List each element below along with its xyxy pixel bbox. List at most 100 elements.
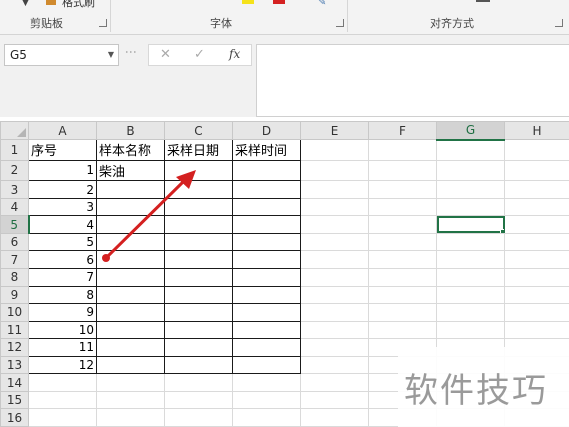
- cell[interactable]: [300, 250, 369, 270]
- cell-c4[interactable]: [164, 197, 233, 217]
- cell-d10[interactable]: [232, 303, 301, 322]
- cell[interactable]: [368, 159, 437, 182]
- cell-d11[interactable]: [232, 320, 301, 340]
- column-header-c[interactable]: C: [164, 121, 233, 140]
- cell[interactable]: [436, 320, 505, 340]
- cell-c10[interactable]: [164, 303, 233, 322]
- cell[interactable]: [368, 320, 437, 340]
- row-header[interactable]: 10: [0, 303, 29, 322]
- cell[interactable]: [300, 180, 369, 199]
- cell-d4[interactable]: [232, 197, 301, 217]
- cell-b5[interactable]: [96, 215, 165, 234]
- cell[interactable]: [232, 373, 301, 392]
- cell[interactable]: [436, 268, 505, 287]
- cell-d5[interactable]: [232, 215, 301, 234]
- cell-a12[interactable]: 11: [28, 338, 97, 357]
- cell[interactable]: [368, 232, 437, 252]
- cell-a2[interactable]: 1: [28, 159, 97, 182]
- cell-c1[interactable]: 采样日期: [164, 139, 233, 161]
- cell-d3[interactable]: [232, 180, 301, 199]
- column-header-f[interactable]: F: [368, 121, 437, 140]
- row-header[interactable]: 3: [0, 180, 29, 199]
- cell[interactable]: [436, 232, 505, 252]
- cell[interactable]: [504, 268, 569, 287]
- cell-c5[interactable]: [164, 215, 233, 234]
- cell[interactable]: [300, 215, 369, 234]
- column-header-a[interactable]: A: [28, 121, 97, 140]
- cell-b9[interactable]: [96, 285, 165, 305]
- phonetic-icon[interactable]: ✎: [318, 0, 326, 8]
- cell-b4[interactable]: [96, 197, 165, 217]
- cell-a11[interactable]: 10: [28, 320, 97, 340]
- cell[interactable]: [28, 390, 97, 410]
- cell[interactable]: [300, 303, 369, 322]
- cell[interactable]: [164, 408, 233, 427]
- column-header-d[interactable]: D: [232, 121, 301, 140]
- select-all-corner[interactable]: [0, 121, 29, 140]
- column-header-b[interactable]: B: [96, 121, 165, 140]
- row-header[interactable]: 7: [0, 250, 29, 270]
- format-painter-icon[interactable]: [46, 0, 56, 5]
- cell-d7[interactable]: [232, 250, 301, 270]
- row-header[interactable]: 5: [0, 215, 30, 234]
- cell-c3[interactable]: [164, 180, 233, 199]
- cell-b8[interactable]: [96, 268, 165, 287]
- cell-b7[interactable]: [96, 250, 165, 270]
- cell[interactable]: [436, 159, 505, 182]
- row-header[interactable]: 14: [0, 373, 29, 392]
- cell[interactable]: [164, 390, 233, 410]
- alignment-launcher-icon[interactable]: [555, 19, 563, 27]
- cell-a3[interactable]: 2: [28, 180, 97, 199]
- cell[interactable]: [368, 215, 437, 234]
- cell[interactable]: [504, 232, 569, 252]
- clipboard-launcher-icon[interactable]: [99, 19, 107, 27]
- cell[interactable]: [368, 197, 437, 217]
- row-header[interactable]: 13: [0, 355, 29, 375]
- cell[interactable]: [300, 320, 369, 340]
- cell-a7[interactable]: 6: [28, 250, 97, 270]
- cell[interactable]: [368, 303, 437, 322]
- cell[interactable]: [504, 139, 569, 161]
- cell-c13[interactable]: [164, 355, 233, 375]
- cell-a9[interactable]: 8: [28, 285, 97, 305]
- cell[interactable]: [368, 139, 437, 161]
- cell-a1[interactable]: 序号: [28, 139, 97, 161]
- cell[interactable]: [28, 373, 97, 392]
- cell-d6[interactable]: [232, 232, 301, 252]
- cell[interactable]: [368, 180, 437, 199]
- row-header[interactable]: 11: [0, 320, 29, 340]
- cell[interactable]: [300, 285, 369, 305]
- row-header[interactable]: 8: [0, 268, 29, 287]
- cell[interactable]: [504, 180, 569, 199]
- cell[interactable]: [96, 390, 165, 410]
- row-header[interactable]: 12: [0, 338, 29, 357]
- row-header[interactable]: 1: [0, 139, 29, 161]
- cell-d12[interactable]: [232, 338, 301, 357]
- cell[interactable]: [96, 408, 165, 427]
- cell-b12[interactable]: [96, 338, 165, 357]
- cell[interactable]: [300, 197, 369, 217]
- cell[interactable]: [368, 250, 437, 270]
- cell-b1[interactable]: 样本名称: [96, 139, 165, 161]
- font-color-icon[interactable]: [273, 0, 285, 4]
- row-header[interactable]: 4: [0, 197, 29, 217]
- cell-c8[interactable]: [164, 268, 233, 287]
- cell[interactable]: [436, 139, 505, 161]
- cell[interactable]: [96, 373, 165, 392]
- row-header[interactable]: 6: [0, 232, 29, 252]
- format-painter-button[interactable]: 格式刷: [62, 0, 95, 10]
- cell-c6[interactable]: [164, 232, 233, 252]
- check-icon[interactable]: ✓: [194, 47, 205, 62]
- cell-d9[interactable]: [232, 285, 301, 305]
- cell[interactable]: [504, 303, 569, 322]
- cell[interactable]: [436, 250, 505, 270]
- cell[interactable]: [504, 159, 569, 182]
- font-launcher-icon[interactable]: [336, 19, 344, 27]
- cell-c9[interactable]: [164, 285, 233, 305]
- cell[interactable]: [232, 408, 301, 427]
- cell-d13[interactable]: [232, 355, 301, 375]
- cell-c2[interactable]: [164, 159, 233, 182]
- cell-d2[interactable]: [232, 159, 301, 182]
- cell[interactable]: [504, 197, 569, 217]
- cell-d1[interactable]: 采样时间: [232, 139, 301, 161]
